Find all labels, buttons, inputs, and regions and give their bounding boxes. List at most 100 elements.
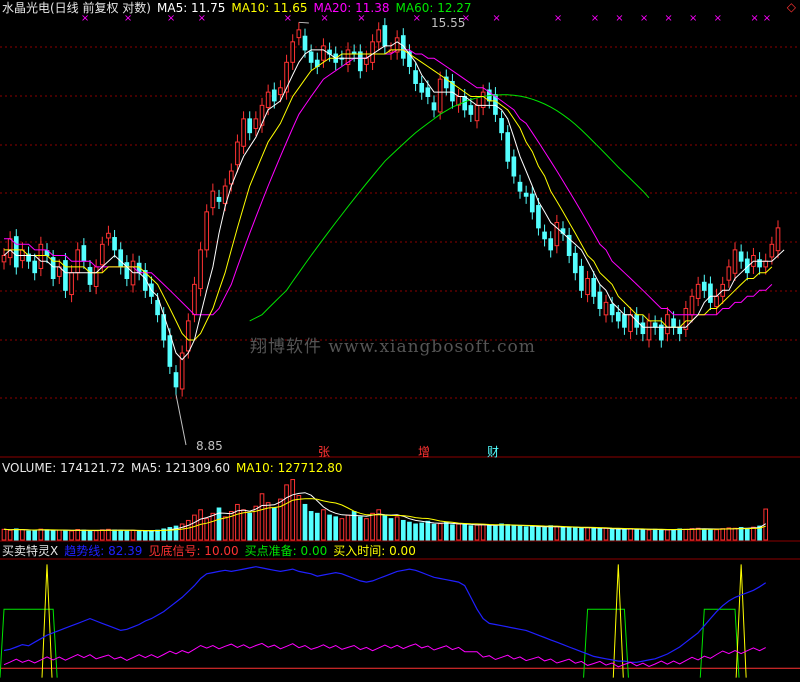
volume-bar <box>689 528 695 541</box>
ma20-line <box>4 49 773 316</box>
volume-bar <box>443 522 449 541</box>
volume-bar <box>75 529 81 541</box>
volume-bar <box>456 523 461 541</box>
volume-bar <box>149 530 154 541</box>
candle-body <box>523 192 529 197</box>
volume-bar <box>278 498 283 541</box>
volume-bar <box>314 512 320 541</box>
candle-body <box>579 265 584 291</box>
volume-bar <box>480 523 486 541</box>
volume-bar <box>585 527 590 541</box>
volume-bar <box>81 529 87 541</box>
volume-bar <box>505 524 511 541</box>
candle-body <box>357 51 363 72</box>
volume-bar <box>523 526 529 541</box>
buy-time-value: 买入时间: 0.00 <box>333 544 416 558</box>
candle-body <box>216 196 222 202</box>
candle-body <box>615 312 621 322</box>
window-control-icon[interactable]: ◇ <box>787 0 796 14</box>
candle-body <box>677 326 683 335</box>
candle-body <box>32 260 38 274</box>
candle-body <box>204 211 210 251</box>
volume-bar <box>93 530 99 541</box>
volume-bar <box>413 523 418 541</box>
ma10-value: MA10: 11.65 <box>231 1 308 15</box>
candle-body <box>376 29 382 43</box>
volume-bar <box>63 530 68 541</box>
candle-body <box>738 251 744 262</box>
volume-bar <box>50 530 56 541</box>
volume-bar <box>370 512 375 541</box>
volume-bar <box>222 516 228 541</box>
volume-bar <box>388 518 394 541</box>
signal-label-zeng: 增 <box>418 445 431 459</box>
candle-body <box>382 25 388 47</box>
candle-body <box>235 141 240 166</box>
volume-bar <box>185 519 191 541</box>
volume-bar <box>419 522 425 541</box>
volume-bar <box>26 530 31 541</box>
candle-body <box>665 314 670 335</box>
top-signal-marker-12: × <box>615 13 623 24</box>
volume-bar <box>597 528 603 541</box>
volume-bar <box>677 528 683 541</box>
volume-bar <box>99 529 105 541</box>
candle-body <box>118 249 124 268</box>
volume-bar <box>720 528 726 541</box>
candle-body <box>474 104 480 122</box>
volume-bar <box>671 529 676 541</box>
candle-body <box>155 300 160 316</box>
volume-bar <box>665 529 670 541</box>
volume-bar <box>572 526 578 541</box>
candle-body <box>701 281 707 291</box>
candle-body <box>38 243 44 269</box>
volume-bar <box>493 525 498 541</box>
volume-bar <box>591 528 597 541</box>
candle-body <box>185 320 191 352</box>
candle-body <box>198 249 203 290</box>
candle-body <box>7 238 13 259</box>
candle-body <box>296 29 302 39</box>
indicator-name: 买卖特灵X <box>2 544 59 558</box>
volume-bar <box>511 525 517 541</box>
candle-body <box>714 295 719 308</box>
candle-body <box>321 45 326 61</box>
low-price-label: 8.85 <box>196 439 223 453</box>
candle-body <box>499 118 504 134</box>
candle-body <box>192 283 197 316</box>
trend-line-value: 趋势线: 82.39 <box>64 544 143 558</box>
volume-bar <box>609 528 615 541</box>
volume-bar <box>259 493 265 541</box>
volume-bar <box>112 529 117 541</box>
indicator-lines <box>0 564 800 678</box>
candle-body <box>646 320 652 341</box>
volume-bar <box>302 503 308 541</box>
top-signal-marker-11: × <box>591 13 599 24</box>
volume-bar <box>658 529 664 541</box>
candle-body <box>370 41 375 63</box>
volume-bar <box>364 518 369 541</box>
volume-bar <box>1 528 7 541</box>
candle-body <box>763 260 769 268</box>
volume-bar <box>499 523 504 541</box>
candle-body <box>253 118 259 129</box>
price-panel-header: 水晶光电(日线 前复权 对数) MA5: 11.75 MA10: 11.65 MA20… <box>2 1 478 15</box>
volume-bar <box>290 479 296 541</box>
candle-body <box>603 301 609 316</box>
volume-bar <box>284 484 289 541</box>
volume-bar <box>634 528 640 541</box>
candle-body <box>572 252 578 274</box>
volume-bar <box>321 509 326 541</box>
volume-bar <box>400 519 406 541</box>
volume-bar <box>87 530 93 541</box>
candle-body <box>210 190 216 209</box>
volume-bar <box>210 512 216 541</box>
signal-line <box>3 642 766 668</box>
volume-bar <box>468 525 474 541</box>
volume-bar <box>235 503 240 541</box>
volume-bar <box>69 530 74 541</box>
volume-bar <box>204 518 210 541</box>
candle-body <box>308 51 314 63</box>
volume-bar <box>683 528 689 541</box>
volume-bar <box>407 521 412 541</box>
